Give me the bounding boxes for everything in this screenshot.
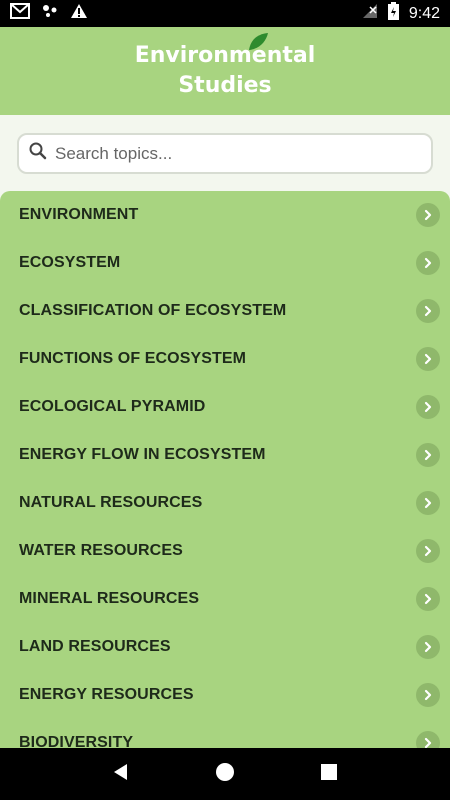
list-item[interactable]: ENVIRONMENT [0,191,450,239]
topic-label: CLASSIFICATION OF ECOSYSTEM [19,302,287,319]
list-item[interactable]: FUNCTIONS OF ECOSYSTEM [0,335,450,383]
status-time: 9:42 [408,4,440,22]
navigation-bar [0,748,450,800]
list-item[interactable]: WATER RESOURCES [0,527,450,575]
search-box[interactable] [17,133,433,174]
list-item[interactable]: ENERGY FLOW IN ECOSYSTEM [0,431,450,479]
chevron-right-icon [416,683,440,707]
home-icon[interactable] [215,762,235,787]
list-item[interactable]: CLASSIFICATION OF ECOSYSTEM [0,287,450,335]
warning-icon [70,3,88,24]
recents-icon[interactable] [320,763,338,786]
leaf-icon [247,31,269,61]
chevron-right-icon [416,395,440,419]
status-bar: 9:42 [0,0,450,27]
topic-list: ENVIRONMENT ECOSYSTEM CLASSIFICATION OF EC… [0,191,450,748]
battery-icon [387,2,399,25]
list-item[interactable]: ECOSYSTEM [0,239,450,287]
chevron-right-icon [416,203,440,227]
signal-off-icon [362,3,378,24]
title-line-2: Studies [178,73,272,98]
chevron-right-icon [416,299,440,323]
topic-label: ENERGY FLOW IN ECOSYSTEM [19,446,266,463]
topic-label: MINERAL RESOURCES [19,590,200,607]
list-item[interactable]: ECOLOGICAL PYRAMID [0,383,450,431]
search-input[interactable] [55,143,415,164]
list-item[interactable]: BIODIVERSITY [0,719,450,748]
title-line-1: Environmental [134,43,316,68]
chevron-right-icon [416,491,440,515]
search-icon [29,142,47,165]
dots-icon [42,4,58,23]
chevron-right-icon [416,347,440,371]
app-header: Environmental Studies [0,27,450,115]
list-item[interactable]: MINERAL RESOURCES [0,575,450,623]
list-item[interactable]: NATURAL RESOURCES [0,479,450,527]
search-area [0,115,450,191]
back-icon[interactable] [112,763,130,786]
chevron-right-icon [416,587,440,611]
topic-label: ECOLOGICAL PYRAMID [19,398,206,415]
topic-label: NATURAL RESOURCES [19,494,203,511]
chevron-right-icon [416,443,440,467]
list-item[interactable]: ENERGY RESOURCES [0,671,450,719]
topic-label: ECOSYSTEM [19,254,121,271]
list-item[interactable]: LAND RESOURCES [0,623,450,671]
topic-label: LAND RESOURCES [19,638,171,655]
topic-label: WATER RESOURCES [19,542,183,559]
chevron-right-icon [416,251,440,275]
topic-label: ENERGY RESOURCES [19,686,194,703]
chevron-right-icon [416,635,440,659]
app-title: Environmental Studies [134,33,316,101]
topic-label: ENVIRONMENT [19,206,139,223]
topic-label: FUNCTIONS OF ECOSYSTEM [19,350,247,367]
chevron-right-icon [416,539,440,563]
chevron-right-icon [416,731,440,748]
gmail-icon [10,3,30,24]
topic-label: BIODIVERSITY [19,734,134,748]
